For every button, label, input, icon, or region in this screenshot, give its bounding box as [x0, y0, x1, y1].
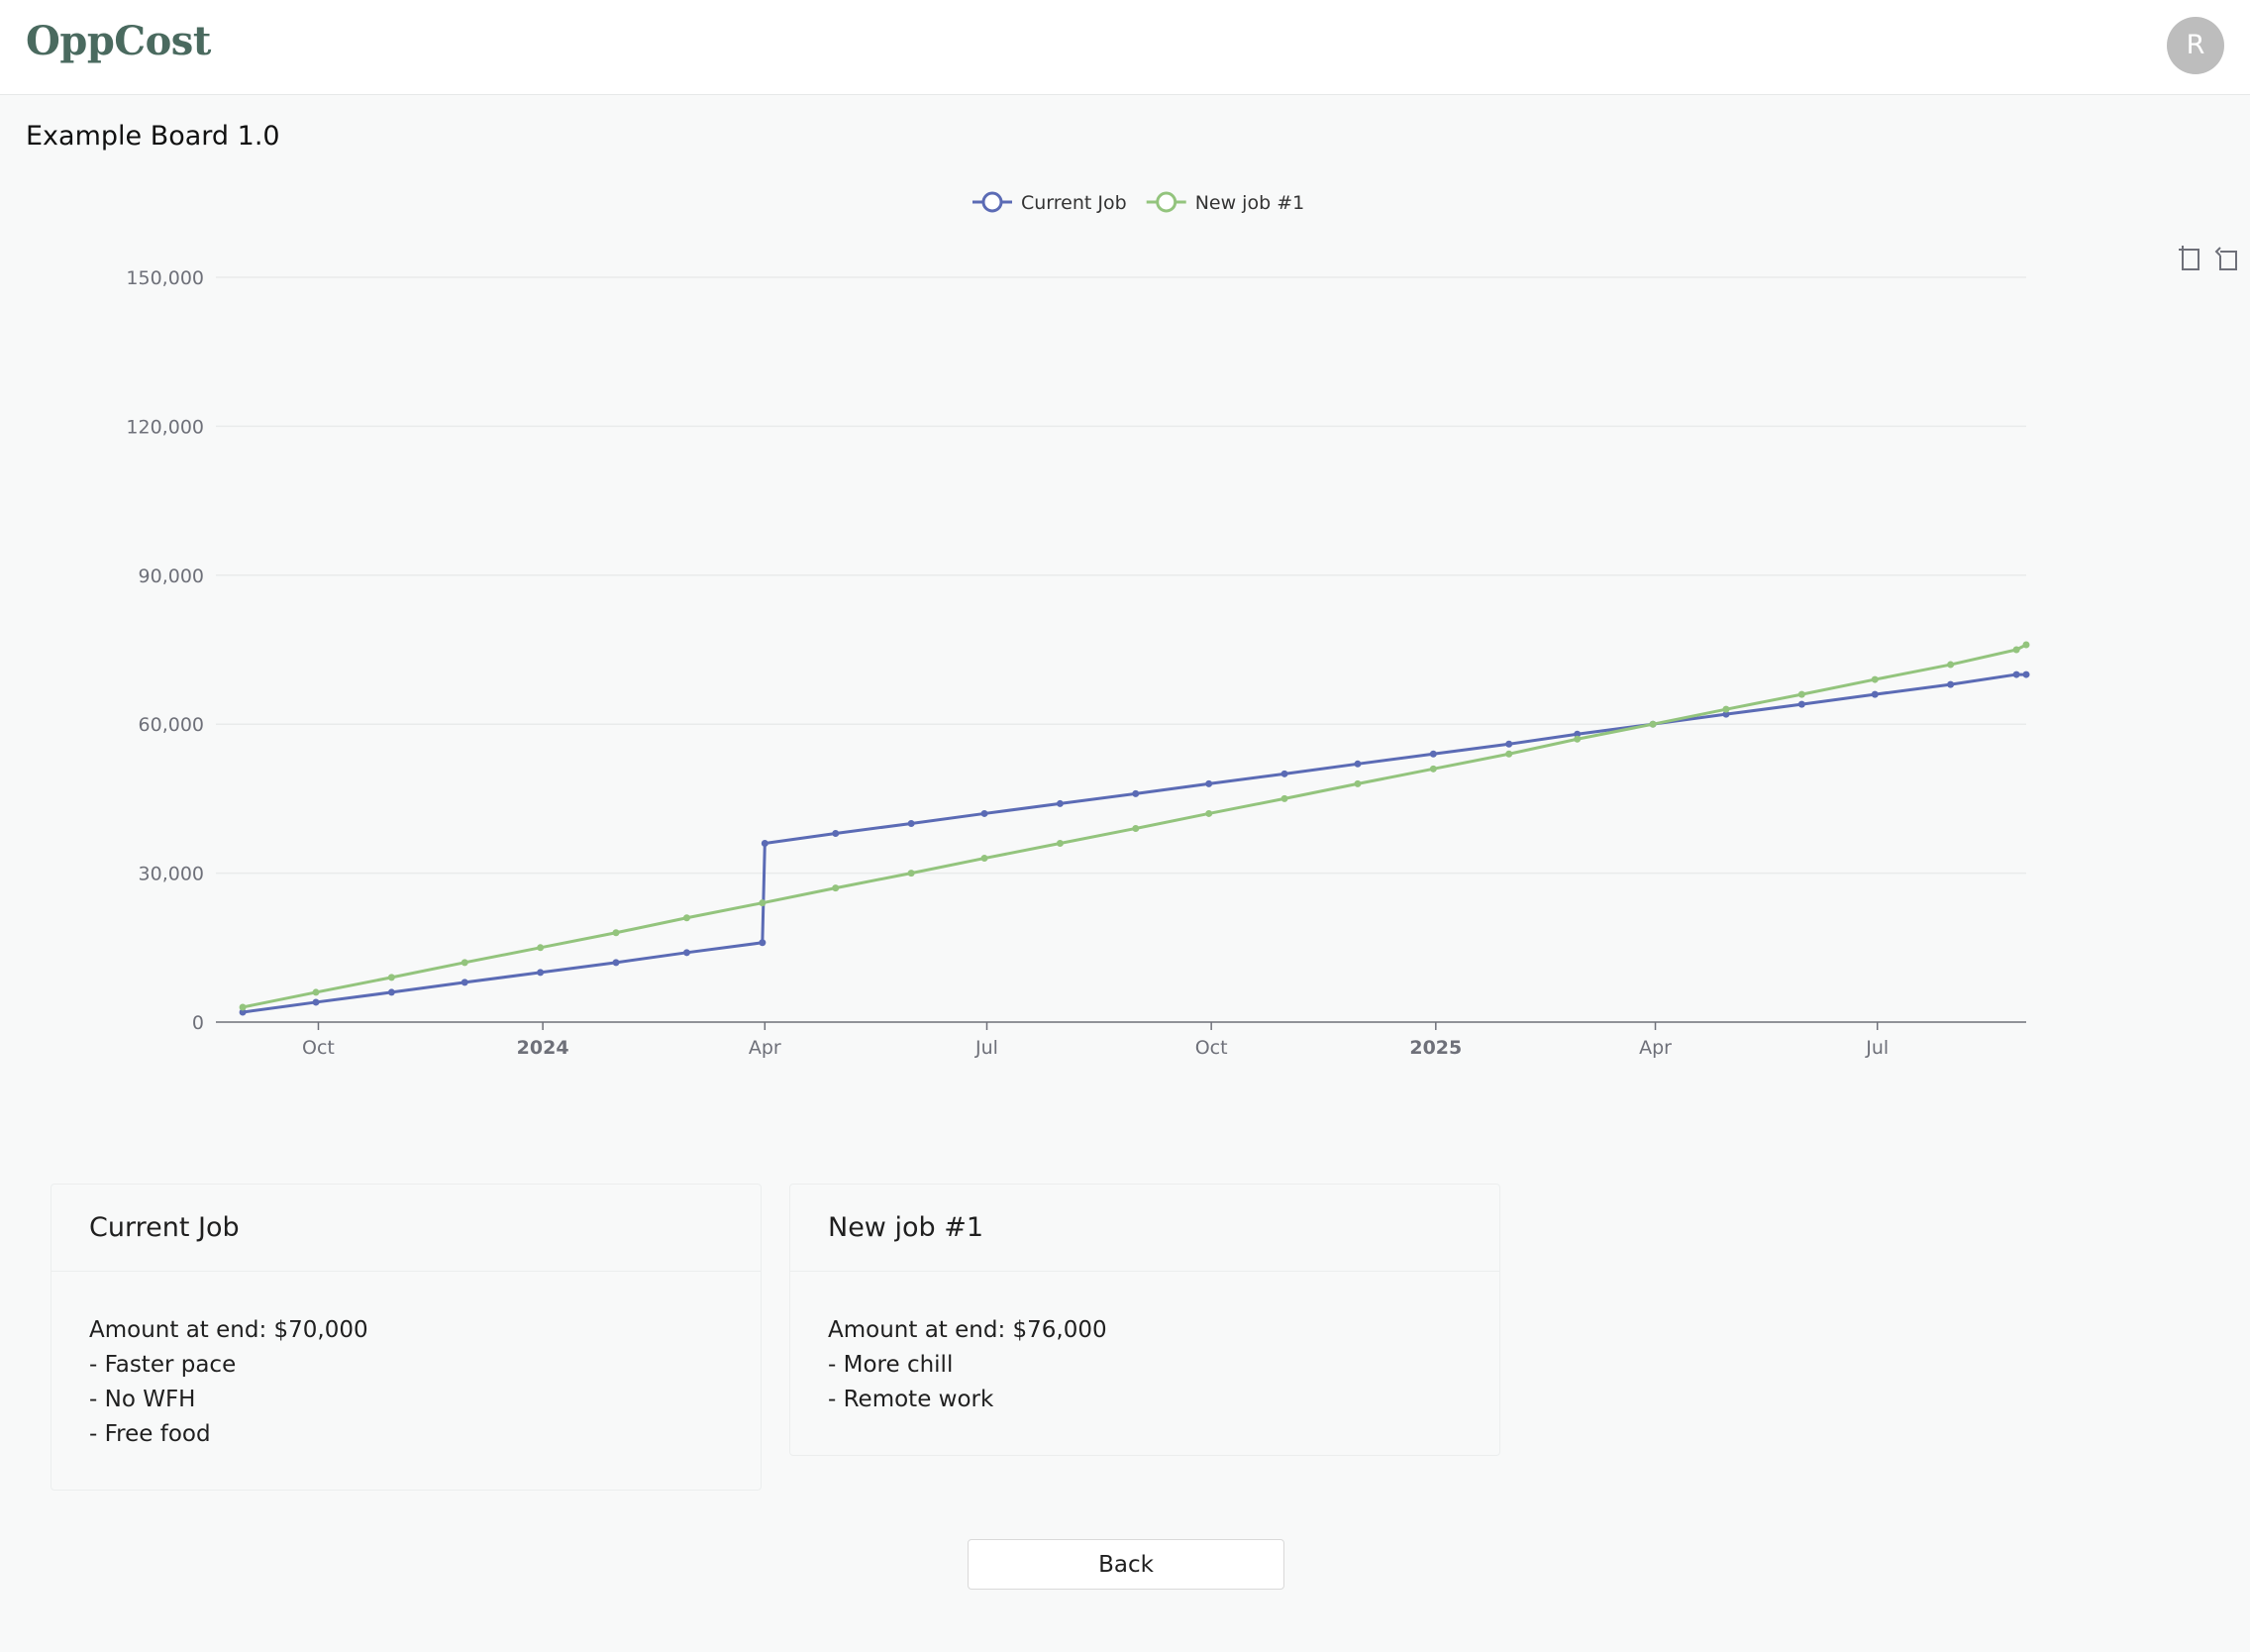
card-note: - Faster pace [89, 1352, 237, 1378]
y-tick-label: 120,000 [126, 416, 204, 438]
data-point [1505, 750, 1513, 758]
board-title: Example Board 1.0 [26, 121, 280, 152]
card-note: - No WFH [89, 1387, 196, 1412]
data-point [759, 899, 767, 907]
data-point [1280, 770, 1288, 777]
data-point [907, 870, 915, 878]
data-point [2012, 646, 2020, 654]
data-point [460, 979, 468, 986]
data-point [1205, 779, 1213, 787]
legend-label: New job #1 [1195, 192, 1305, 214]
data-point [1722, 705, 1730, 713]
x-tick-label: Apr [749, 1037, 781, 1059]
job-card-new: New job #1 Amount at end: $76,000 - More… [789, 1184, 1500, 1456]
x-tick-label: 2024 [517, 1037, 569, 1059]
data-point [1574, 735, 1582, 743]
data-point [387, 988, 395, 996]
data-point [1056, 840, 1064, 848]
series-line-0 [242, 672, 2026, 1014]
x-tick-label: 2025 [1409, 1037, 1462, 1059]
data-point [1871, 675, 1879, 683]
data-point [1797, 700, 1805, 708]
data-point [612, 929, 620, 937]
card-body: Amount at end: $76,000 - More chill - Re… [790, 1272, 1499, 1455]
data-point [537, 969, 545, 977]
data-point [1354, 779, 1362, 787]
data-point [980, 855, 988, 863]
data-point [460, 959, 468, 967]
card-note: - More chill [828, 1352, 954, 1378]
x-tick-label: Jul [1865, 1037, 1889, 1059]
card-title: Current Job [51, 1185, 761, 1272]
data-point [1947, 661, 1955, 669]
data-point [312, 988, 320, 996]
legend-marker [981, 191, 1003, 213]
legend-marker [1156, 191, 1177, 213]
data-point [1797, 690, 1805, 698]
data-point [1505, 740, 1513, 748]
card-note: - Free food [89, 1421, 211, 1447]
data-point [832, 829, 840, 837]
data-point [907, 819, 915, 827]
y-tick-label: 30,000 [139, 864, 204, 885]
data-point [1429, 765, 1437, 773]
data-point [1280, 794, 1288, 802]
data-point [2022, 641, 2030, 649]
data-point [980, 809, 988, 817]
card-amount: Amount at end: $70,000 [89, 1317, 368, 1343]
x-tick-label: Oct [1195, 1037, 1228, 1059]
data-point [2012, 671, 2020, 678]
card-note: - Remote work [828, 1387, 994, 1412]
x-tick-label: Apr [1639, 1037, 1672, 1059]
y-tick-label: 90,000 [139, 566, 204, 587]
y-tick-label: 60,000 [139, 714, 204, 736]
back-button[interactable]: Back [968, 1539, 1284, 1590]
avatar[interactable]: R [2167, 17, 2224, 74]
earnings-line-chart: 0 30,000 60,000 90,000 120,000 150,000 Oct 2024… [126, 191, 2030, 1059]
data-point [1871, 690, 1879, 698]
card-amount: Amount at end: $76,000 [828, 1317, 1107, 1343]
data-point [759, 939, 767, 947]
data-point [832, 884, 840, 892]
data-point [682, 949, 690, 957]
data-point [1354, 760, 1362, 768]
data-point [1947, 680, 1955, 688]
app-header: OppCost R [0, 0, 2250, 95]
card-title: New job #1 [790, 1185, 1499, 1272]
data-point [2022, 671, 2030, 678]
x-tick-label: Jul [974, 1037, 998, 1059]
data-point [239, 1003, 247, 1011]
legend-label: Current Job [1021, 192, 1127, 214]
data-point [1056, 799, 1064, 807]
data-point [1132, 824, 1140, 832]
data-point [1205, 809, 1213, 817]
x-tick-label: Oct [302, 1037, 335, 1059]
data-point [312, 998, 320, 1006]
card-body: Amount at end: $70,000 - Faster pace - N… [51, 1272, 761, 1490]
y-tick-label: 150,000 [126, 267, 204, 289]
app-logo[interactable]: OppCost [26, 18, 211, 64]
data-point [1429, 750, 1437, 758]
data-point [1132, 789, 1140, 797]
data-point [1649, 720, 1657, 728]
data-point [682, 914, 690, 922]
data-point [612, 959, 620, 967]
data-point [537, 944, 545, 952]
job-card-current: Current Job Amount at end: $70,000 - Fas… [51, 1184, 762, 1491]
data-point [761, 840, 768, 848]
data-point [387, 974, 395, 981]
y-tick-label: 0 [192, 1012, 204, 1034]
